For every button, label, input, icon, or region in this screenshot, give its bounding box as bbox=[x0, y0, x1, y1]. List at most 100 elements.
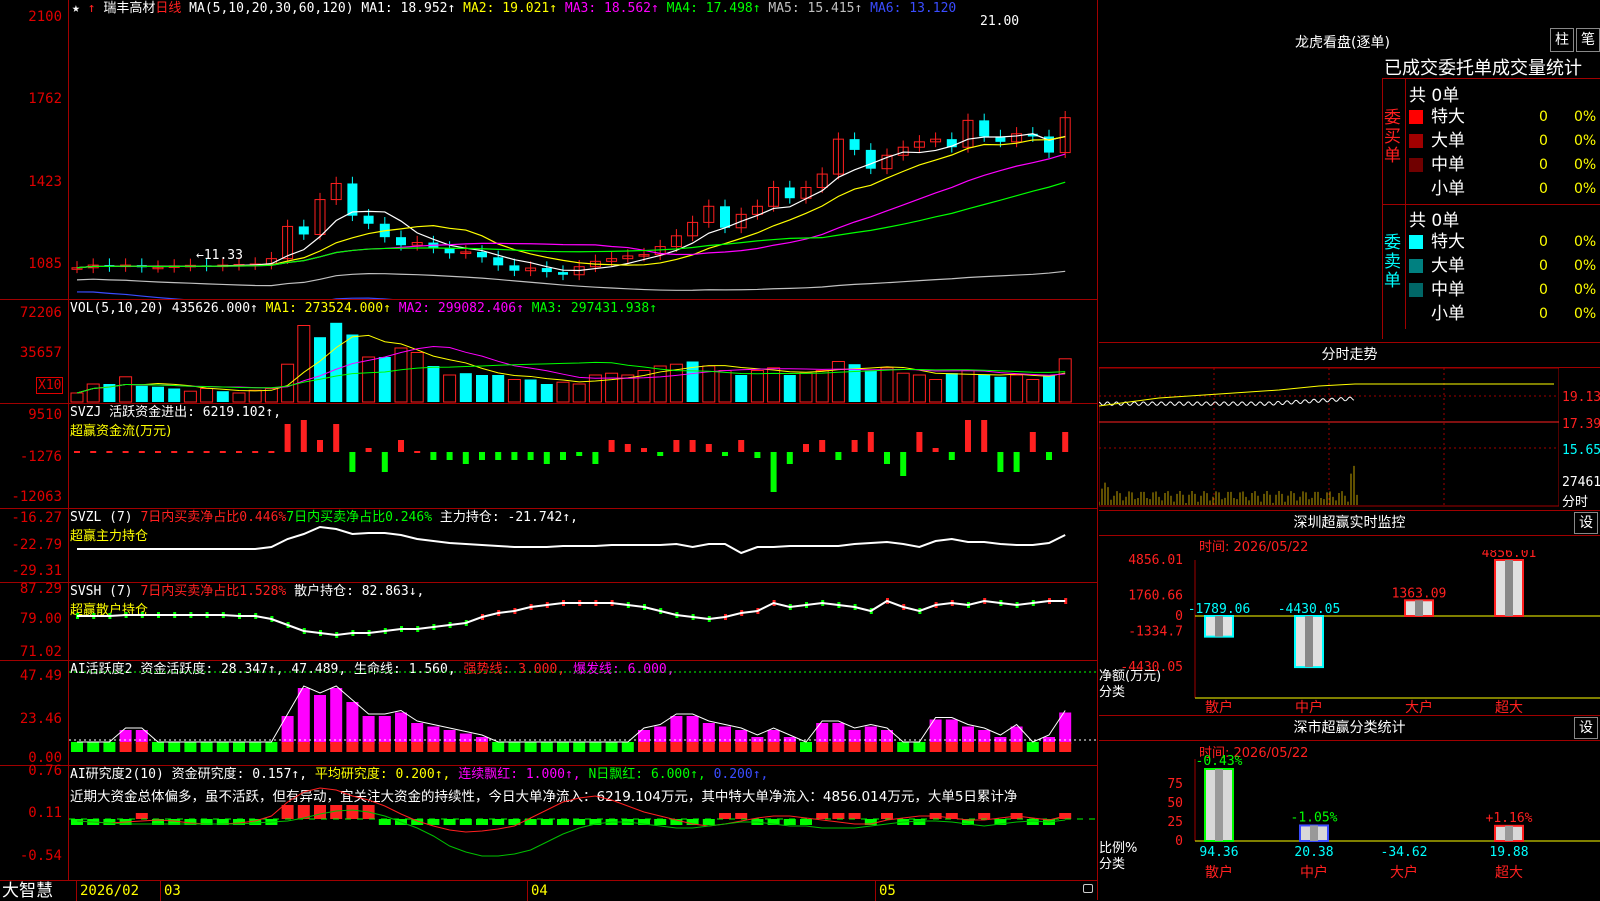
sz-monitor-chart[interactable]: 4856.01 1760.66 0-1334.7 -4430.05 -1789.06 散户… bbox=[1099, 550, 1600, 715]
flow-bar bbox=[965, 420, 971, 452]
research-bar bbox=[848, 813, 861, 819]
fc-stats-chart[interactable]: 75 50 25 0 -0.43% 94.36 散户 -1.05% 20.38 中户 -34.62 大… bbox=[1099, 755, 1600, 900]
bar-mode-button[interactable]: 柱 bbox=[1550, 28, 1574, 52]
research-bar bbox=[492, 819, 505, 825]
sell-label: 委卖单 bbox=[1384, 233, 1401, 291]
research-bar bbox=[281, 805, 294, 819]
fc-y-label: 比例% bbox=[1099, 841, 1137, 856]
candle-body bbox=[865, 149, 876, 169]
volume-bar bbox=[880, 367, 894, 403]
flow-bar bbox=[932, 448, 939, 452]
capital-flow-chart[interactable] bbox=[69, 404, 1097, 509]
fc-change-label: -1.05% bbox=[1291, 810, 1338, 825]
svzj-tick: -1276 bbox=[19, 449, 62, 465]
volume-bar bbox=[281, 363, 295, 403]
activity-bar bbox=[832, 723, 845, 744]
flow-bar bbox=[74, 451, 80, 453]
flow-bar bbox=[754, 452, 761, 458]
sz-bar-shade bbox=[1215, 616, 1223, 637]
volume-bar bbox=[945, 373, 958, 402]
order-type: 大单 bbox=[1431, 256, 1465, 276]
intraday-chart[interactable]: 19.13 17.39 15.65 27461 分时 bbox=[1099, 368, 1600, 510]
chart-area[interactable]: ★ ↑ 瑞丰高材日线 MA(5,10,20,30,60,120) MA1: 18… bbox=[0, 0, 1098, 901]
volume-pane[interactable]: VOL(5,10,20) 435626.000↑ MA1: 273524.000… bbox=[0, 299, 1098, 404]
volume-bar bbox=[427, 366, 440, 402]
sz-y-tick: 0 bbox=[1175, 609, 1183, 624]
research-avg-curve bbox=[76, 809, 1066, 857]
volume-bar bbox=[200, 388, 214, 403]
volume-bar bbox=[994, 376, 1007, 402]
research-bar bbox=[832, 813, 845, 819]
activity-base bbox=[557, 742, 569, 752]
research-bar bbox=[573, 819, 586, 825]
svzl-tick: -16.27 bbox=[11, 510, 62, 526]
svzj-pane[interactable]: SVZJ 活跃资金进出: 6219.102↑, 超赢资金流(万元) 9510 -… bbox=[0, 403, 1098, 509]
activity-base bbox=[103, 742, 116, 752]
activity-base bbox=[702, 742, 715, 752]
buy-row: 大单 0 0% bbox=[1409, 129, 1600, 153]
lock-icon[interactable] bbox=[1083, 884, 1093, 893]
volume-bar bbox=[1043, 375, 1055, 402]
volume-bar bbox=[216, 391, 229, 402]
volume-bar bbox=[459, 373, 472, 402]
research-bar bbox=[427, 819, 440, 825]
flow-bar bbox=[738, 440, 745, 452]
research-chart[interactable] bbox=[69, 766, 1097, 881]
activity-base bbox=[362, 742, 375, 752]
flow-bar bbox=[689, 440, 696, 452]
date-divider bbox=[76, 881, 77, 901]
low-price-label: ←11.33 bbox=[196, 248, 243, 263]
flow-bar bbox=[819, 440, 826, 452]
order-color-swatch bbox=[1409, 182, 1423, 196]
retail-position-chart[interactable] bbox=[69, 583, 1097, 661]
volume-bar bbox=[750, 370, 764, 403]
price-pane[interactable]: ★ ↑ 瑞丰高材日线 MA(5,10,20,30,60,120) MA1: 18… bbox=[0, 0, 1098, 300]
volume-bar bbox=[183, 390, 197, 403]
volume-bar bbox=[605, 372, 619, 403]
flow-bar bbox=[252, 451, 259, 453]
volume-chart[interactable] bbox=[69, 300, 1097, 404]
flow-bar bbox=[608, 440, 615, 452]
price-tick: 1762 bbox=[28, 91, 62, 107]
fc-value-label: 94.36 bbox=[1199, 845, 1238, 860]
research-bar bbox=[702, 819, 715, 825]
activity-base bbox=[978, 742, 991, 752]
flow-bar bbox=[592, 452, 599, 464]
activity-base bbox=[281, 742, 294, 752]
volume-bar bbox=[362, 356, 376, 403]
volume-bar bbox=[978, 375, 991, 402]
flow-bar bbox=[479, 452, 485, 460]
date-label: 04 bbox=[531, 883, 548, 899]
sz-settings-button[interactable]: 设 bbox=[1574, 512, 1598, 534]
activity-base bbox=[897, 742, 910, 752]
ai-research-pane[interactable]: AI研究度2(10) 资金研究度: 0.157↑, 平均研究度: 0.200↑,… bbox=[0, 764, 1098, 881]
activity-base bbox=[945, 742, 958, 752]
research-bar bbox=[314, 805, 326, 819]
flow-bar bbox=[284, 424, 291, 452]
activity-bar bbox=[735, 730, 748, 744]
main-position-chart[interactable] bbox=[69, 509, 1097, 583]
flow-bar bbox=[900, 452, 907, 476]
activity-chart[interactable] bbox=[69, 661, 1097, 766]
intraday-svg[interactable] bbox=[1099, 368, 1559, 508]
fc-settings-button[interactable]: 设 bbox=[1574, 717, 1598, 739]
tick-mode-button[interactable]: 笔 bbox=[1576, 28, 1600, 52]
ai-activity-pane[interactable]: AI活跃度2 资金活跃度: 28.347↑, 47.489, 生命线: 1.56… bbox=[0, 660, 1098, 766]
volume-bar bbox=[248, 389, 262, 403]
volume-bar bbox=[540, 384, 553, 402]
svsh-pane[interactable]: SVSH (7) 7日内买卖净占比1.528% 散户持仓: 82.863↓, 超… bbox=[0, 582, 1098, 661]
research-tick: 0.11 bbox=[28, 805, 62, 821]
activity-base bbox=[621, 742, 634, 752]
research-bar bbox=[540, 819, 553, 825]
candle-body bbox=[363, 215, 374, 224]
activity-bar bbox=[719, 726, 731, 744]
date-axis[interactable]: 大智慧 2026/02 03 04 05 bbox=[0, 880, 1098, 901]
flow-bar bbox=[122, 451, 129, 453]
flow-bar bbox=[624, 444, 631, 452]
flow-bar bbox=[203, 451, 210, 453]
svzl-pane[interactable]: SVZL (7) 7日内买卖净占比0.446%7日内买卖净占比0.246% 主力… bbox=[0, 508, 1098, 583]
buy-divider bbox=[1405, 79, 1406, 204]
brand-logo[interactable]: 大智慧 bbox=[2, 881, 53, 901]
activity-bar bbox=[443, 730, 456, 744]
activity-base bbox=[654, 742, 667, 752]
